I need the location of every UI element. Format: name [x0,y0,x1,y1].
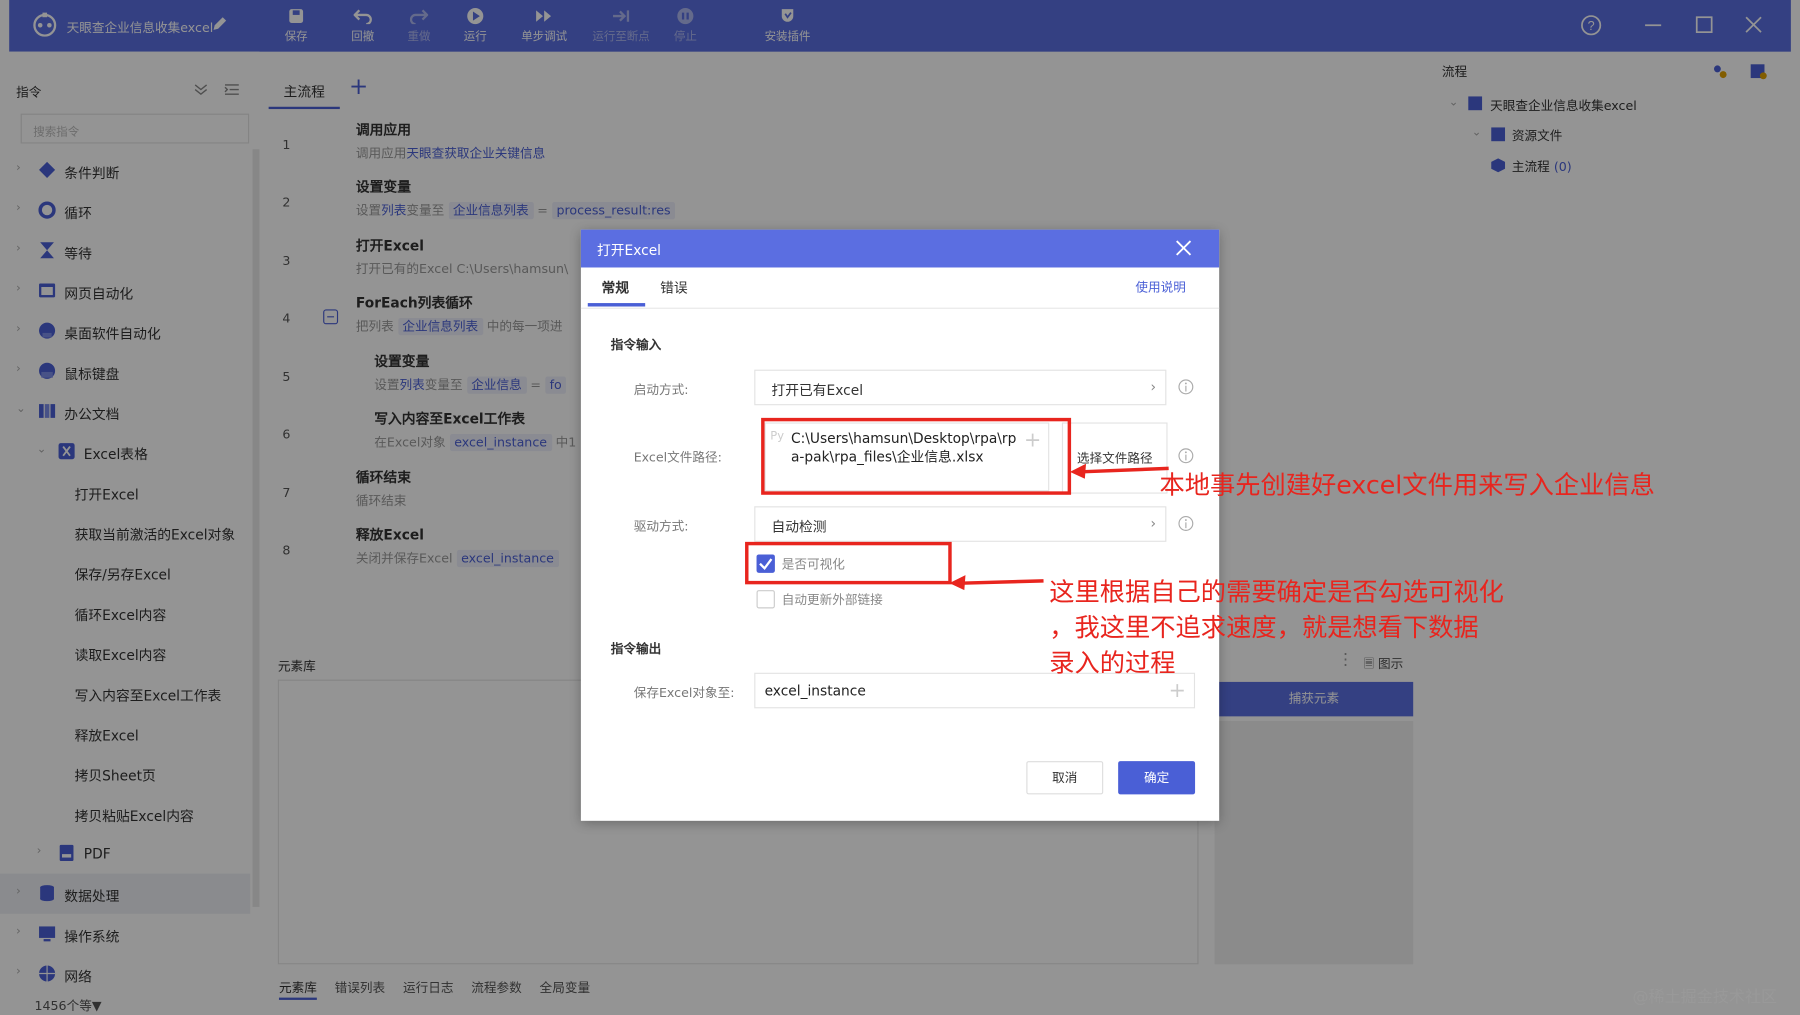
output-section-title: 指令输出 [610,641,662,657]
auto-update-links-label: 自动更新外部链接 [781,592,883,608]
dialog-title: 打开Excel [596,242,662,259]
input-section-title: 指令输入 [610,337,662,353]
cancel-button[interactable]: 取消 [1026,761,1104,795]
tab-active-indicator [587,303,646,307]
confirm-button[interactable]: 确定 [1118,761,1196,795]
save-object-label: 保存Excel对象至: [633,685,735,701]
info-icon[interactable] [1178,448,1194,464]
info-icon[interactable] [1178,379,1194,395]
open-excel-dialog: 打开Excel 常规 错误 使用说明 指令输入 启动方式: 打开已有Excel … [580,229,1220,821]
start-mode-select[interactable]: 打开已有Excel › [754,369,1167,406]
info-icon[interactable] [1178,515,1194,531]
tab-general[interactable]: 常规 [602,278,630,298]
save-object-value: excel_instance [764,683,866,700]
driver-mode-value: 自动检测 [771,518,827,535]
annotation-arrow-icon [1069,463,1169,479]
usage-help-link[interactable]: 使用说明 [1135,278,1186,296]
annotation-box-path [761,417,1072,495]
driver-mode-label: 驱动方式: [633,518,689,534]
dialog-close-icon[interactable] [1172,236,1195,259]
annotation-note-visible-3: 录入的过程 [1049,649,1176,679]
annotation-note-visible-1: 这里根据自己的需要确定是否勾选可视化 [1049,578,1504,608]
choose-file-path-button[interactable]: 选择文件路径 [1061,422,1168,494]
start-mode-value: 打开已有Excel [771,382,864,399]
auto-update-links-checkbox[interactable] [756,590,775,609]
tab-error[interactable]: 错误 [660,278,688,298]
app-window: 天眼查企业信息收集excel 保存 回撤 重做 运行 单步调试 运行至断点 停止… [0,0,1800,1015]
start-mode-label: 启动方式: [633,382,689,398]
excel-path-label: Excel文件路径: [633,450,722,465]
tab-divider [580,307,1220,309]
add-variable-icon[interactable]: + [1169,678,1186,702]
driver-mode-select[interactable]: 自动检测 › [754,506,1167,542]
annotation-box-visible [745,541,952,585]
chevron-right-icon: › [1150,378,1157,395]
watermark: @稀土掘金技术社区 [1632,988,1778,1007]
annotation-arrow-icon [949,575,1044,591]
annotation-note-path: 本地事先创建好excel文件用来写入企业信息 [1159,471,1655,501]
chevron-right-icon: › [1150,515,1157,532]
dialog-header [580,229,1220,268]
annotation-note-visible-2: ，我这里不追求速度，就是想看下数据 [1049,614,1479,643]
